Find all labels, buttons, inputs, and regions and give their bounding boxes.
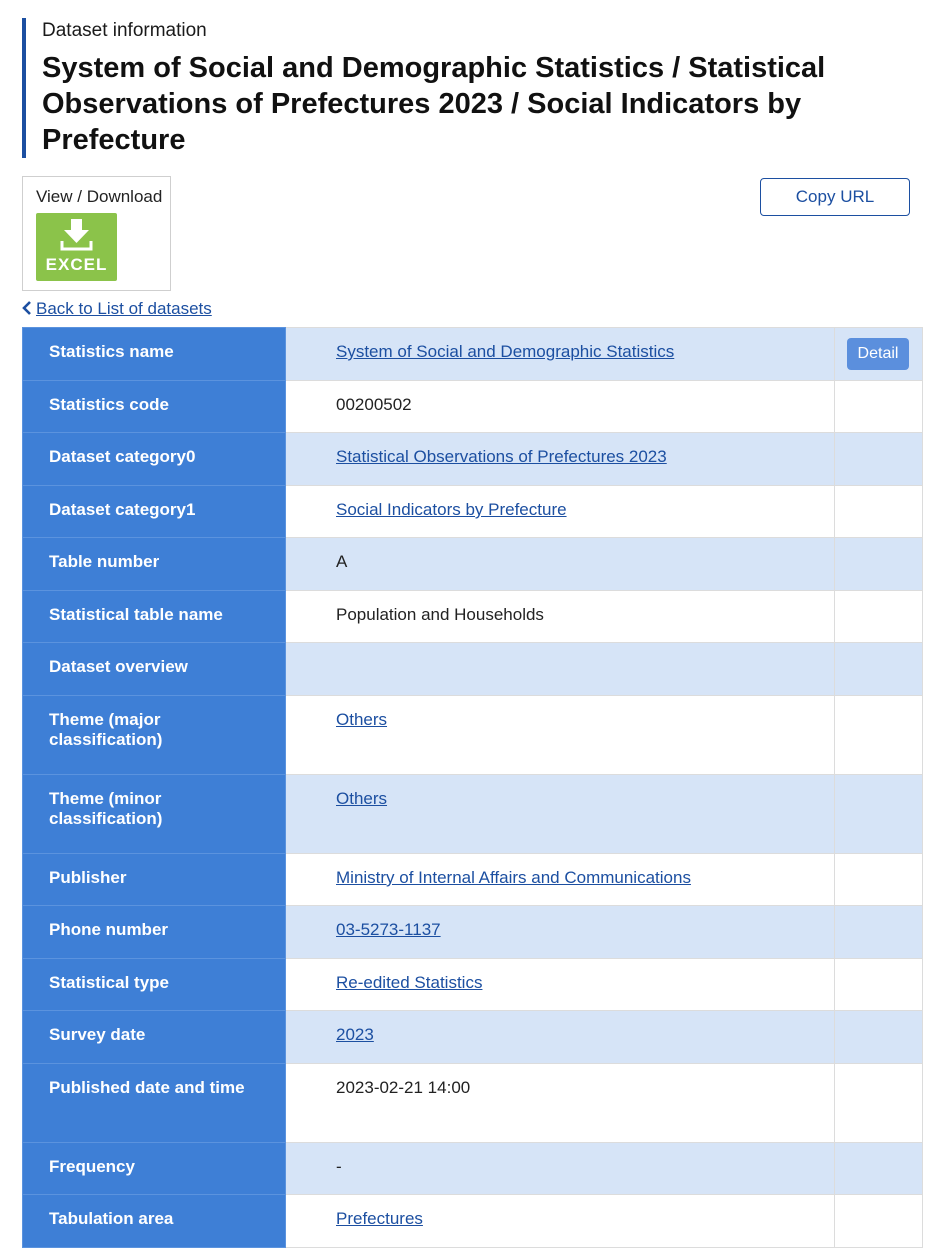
download-icon <box>60 219 93 251</box>
row-value-link[interactable]: Prefectures <box>336 1209 423 1228</box>
table-row: Publisher Ministry of Internal Affairs an… <box>22 853 923 906</box>
row-action-cell <box>834 695 923 775</box>
row-action-cell <box>834 853 923 906</box>
row-action-cell <box>834 432 923 486</box>
row-value-cell <box>285 642 835 696</box>
row-value-link[interactable]: Ministry of Internal Affairs and Communi… <box>336 868 691 887</box>
table-row: Theme (minor classification) Others <box>22 774 923 854</box>
row-value-link[interactable]: System of Social and Demographic Statist… <box>336 342 674 361</box>
row-value-cell: 03-5273-1137 <box>285 905 835 959</box>
page-header: Dataset information System of Social and… <box>22 18 922 158</box>
download-label: View / Download <box>36 187 163 206</box>
row-value-link[interactable]: 03-5273-1137 <box>336 920 441 939</box>
table-row: Statistics code 00200502 <box>22 380 923 433</box>
row-value-cell: System of Social and Demographic Statist… <box>285 327 835 381</box>
table-row: Frequency - <box>22 1142 923 1195</box>
row-value-cell: Re-edited Statistics <box>285 958 835 1011</box>
row-label: Theme (minor classification) <box>22 774 286 854</box>
row-value-link[interactable]: Others <box>336 710 387 729</box>
row-value-cell: Social Indicators by Prefecture <box>285 485 835 538</box>
row-action-cell <box>834 485 923 538</box>
row-action-cell <box>834 590 923 643</box>
row-value-link[interactable]: Re-edited Statistics <box>336 973 482 992</box>
row-action-cell <box>834 1010 923 1064</box>
row-action-cell <box>834 1194 923 1248</box>
row-value-cell: Others <box>285 774 835 854</box>
back-to-list-link[interactable]: Back to List of datasets <box>22 299 212 319</box>
chevron-left-icon <box>22 301 31 315</box>
row-label: Dataset category0 <box>22 432 286 486</box>
table-row: Tabulation area Prefectures <box>22 1194 923 1248</box>
detail-button[interactable]: Detail <box>847 338 909 370</box>
table-row: Published date and time 2023-02-21 14:00 <box>22 1063 923 1143</box>
table-row: Theme (major classification) Others <box>22 695 923 775</box>
row-label: Statistical type <box>22 958 286 1011</box>
table-row: Table number A <box>22 537 923 591</box>
row-value-cell: Statistical Observations of Prefectures … <box>285 432 835 486</box>
row-label: Dataset overview <box>22 642 286 696</box>
row-label: Phone number <box>22 905 286 959</box>
row-label: Theme (major classification) <box>22 695 286 775</box>
row-value-link[interactable]: Others <box>336 789 387 808</box>
row-label: Statistics name <box>22 327 286 381</box>
row-value: A <box>336 552 348 571</box>
dataset-info-table: Statistics name System of Social and Demo… <box>22 327 923 1248</box>
row-value-cell: 00200502 <box>285 380 835 433</box>
row-label: Publisher <box>22 853 286 906</box>
row-label: Statistical table name <box>22 590 286 643</box>
row-action-cell <box>834 1142 923 1195</box>
row-value: Population and Households <box>336 605 544 624</box>
back-link-label[interactable]: Back to List of datasets <box>36 299 212 318</box>
row-value-cell: Others <box>285 695 835 775</box>
table-row: Phone number 03-5273-1137 <box>22 905 923 959</box>
row-action-cell: Detail <box>834 327 923 381</box>
table-row: Survey date 2023 <box>22 1010 923 1064</box>
page-title: System of Social and Demographic Statist… <box>42 52 826 156</box>
row-value-link[interactable]: Statistical Observations of Prefectures … <box>336 447 667 466</box>
download-panel: View / Download EXCEL <box>22 176 171 291</box>
copy-url-button[interactable]: Copy URL <box>760 178 910 216</box>
page-kicker: Dataset information <box>42 20 207 41</box>
row-label: Statistics code <box>22 380 286 433</box>
table-row: Statistical table name Population and Hou… <box>22 590 923 643</box>
excel-download-button[interactable]: EXCEL <box>36 213 117 281</box>
row-action-cell <box>834 642 923 696</box>
row-value-link[interactable]: 2023 <box>336 1025 374 1044</box>
row-value: 00200502 <box>336 395 412 414</box>
row-label: Survey date <box>22 1010 286 1064</box>
row-value: - <box>336 1157 342 1176</box>
row-value: 2023-02-21 14:00 <box>336 1078 471 1097</box>
row-value-cell: 2023 <box>285 1010 835 1064</box>
excel-label: EXCEL <box>45 255 108 274</box>
row-action-cell <box>834 380 923 433</box>
table-row: Dataset category1 Social Indicators by Pr… <box>22 485 923 538</box>
row-action-cell <box>834 905 923 959</box>
row-action-cell <box>834 958 923 1011</box>
row-value-link[interactable]: Social Indicators by Prefecture <box>336 500 567 519</box>
row-label: Tabulation area <box>22 1194 286 1248</box>
row-value-cell: Prefectures <box>285 1194 835 1248</box>
row-value-cell: Ministry of Internal Affairs and Communi… <box>285 853 835 906</box>
row-value-cell: Population and Households <box>285 590 835 643</box>
table-row: Statistical type Re-edited Statistics <box>22 958 923 1011</box>
table-row: Dataset overview <box>22 642 923 696</box>
row-label: Table number <box>22 537 286 591</box>
row-action-cell <box>834 774 923 854</box>
row-action-cell <box>834 1063 923 1143</box>
row-value-cell: 2023-02-21 14:00 <box>285 1063 835 1143</box>
row-label: Published date and time <box>22 1063 286 1143</box>
table-row: Dataset category0 Statistical Observation… <box>22 432 923 486</box>
row-label: Dataset category1 <box>22 485 286 538</box>
row-value-cell: A <box>285 537 835 591</box>
table-row: Statistics name System of Social and Demo… <box>22 327 923 381</box>
row-label: Frequency <box>22 1142 286 1195</box>
row-value-cell: - <box>285 1142 835 1195</box>
row-action-cell <box>834 537 923 591</box>
